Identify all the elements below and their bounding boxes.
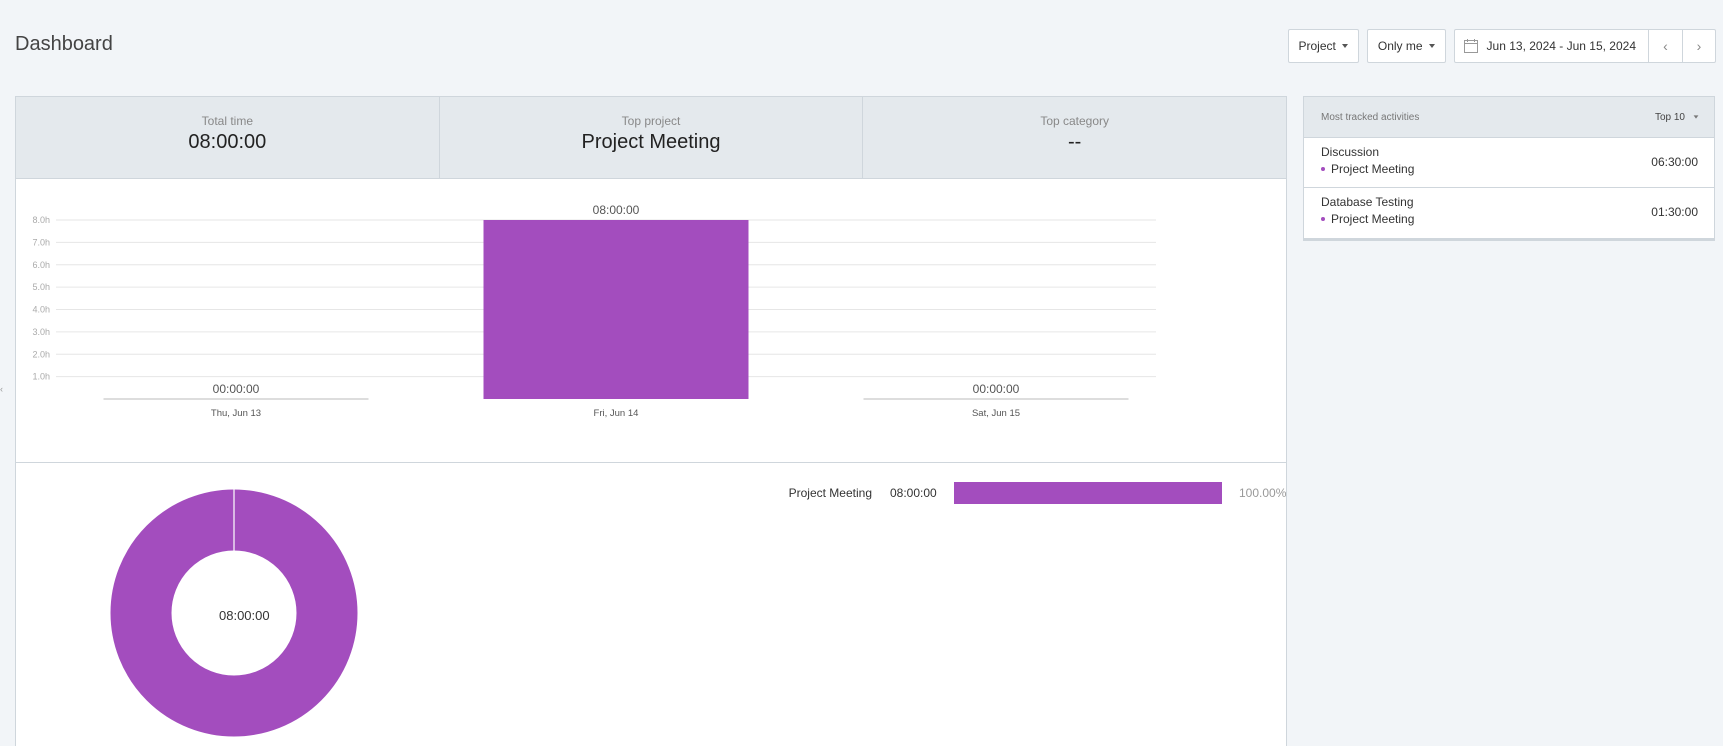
side-panel-title: Most tracked activities: [1321, 111, 1420, 123]
page-title: Dashboard: [15, 33, 113, 55]
activity-project: Project Meeting: [1321, 162, 1697, 176]
legend-bar: [954, 482, 1222, 504]
y-tick-label: 1.0h: [32, 372, 50, 382]
activity-project-name: Project Meeting: [1331, 162, 1415, 176]
bar-data-label: 08:00:00: [593, 203, 640, 217]
most-tracked-panel: Most tracked activities Top 10 Discussio…: [1303, 96, 1715, 241]
date-range-picker: Jun 13, 2024 - Jun 15, 2024 ‹ ›: [1453, 29, 1716, 63]
y-tick-label: 3.0h: [32, 327, 50, 337]
legend-time: 08:00:00: [890, 486, 937, 500]
daily-bar-chart: 1.0h 2.0h 3.0h 4.0h 5.0h 6.0h 7.0h 8.0h 00:00:00…: [16, 179, 1286, 463]
group-by-label: Project: [1298, 39, 1336, 53]
top-count-dropdown[interactable]: Top 10: [1655, 112, 1699, 123]
stats-row: Total time 08:00:00 Top project Project …: [16, 97, 1286, 179]
bar-data-label: 00:00:00: [213, 382, 260, 396]
project-color-dot: [1321, 217, 1325, 221]
stat-label: Top category: [1040, 114, 1110, 128]
chevron-down-icon: [1428, 44, 1435, 48]
stat-value: Project Meeting: [581, 131, 721, 153]
x-tick-label: Sat, Jun 15: [972, 408, 1020, 419]
y-tick-label: 5.0h: [32, 282, 50, 292]
sidebar-collapse-icon[interactable]: ‹: [0, 381, 6, 397]
donut-center-label: 08:00:00: [219, 608, 270, 623]
main-panel: Total time 08:00:00 Top project Project …: [15, 96, 1287, 746]
date-range-label: Jun 13, 2024 - Jun 15, 2024: [1486, 39, 1636, 53]
y-tick-label: 2.0h: [32, 349, 50, 359]
activity-row[interactable]: Discussion Project Meeting 06:30:00: [1304, 138, 1714, 188]
x-tick-label: Fri, Jun 14: [594, 408, 639, 419]
project-color-dot: [1321, 167, 1325, 171]
bar-data-label: 00:00:00: [973, 382, 1020, 396]
side-panel-header: Most tracked activities Top 10: [1304, 97, 1714, 138]
chevron-down-icon: [1341, 44, 1348, 48]
stat-value: --: [1068, 131, 1082, 153]
donut-chart: [110, 489, 358, 737]
x-tick-label: Thu, Jun 13: [211, 408, 261, 419]
activity-time: 01:30:00: [1651, 205, 1698, 219]
top-count-label: Top 10: [1654, 111, 1685, 123]
prev-period-button[interactable]: ‹: [1649, 30, 1682, 62]
bar: [483, 220, 749, 399]
activity-name: Database Testing: [1321, 195, 1414, 209]
stat-label: Top project: [621, 114, 681, 128]
legend-row: Project Meeting 08:00:00 100.00%: [773, 482, 1286, 504]
date-range-button[interactable]: Jun 13, 2024 - Jun 15, 2024: [1455, 30, 1649, 62]
legend-project-name: Project Meeting: [788, 486, 872, 500]
stat-top-project: Top project Project Meeting: [438, 97, 863, 178]
next-period-button[interactable]: ›: [1682, 30, 1715, 62]
legend-percent: 100.00%: [1239, 486, 1287, 500]
stat-label: Total time: [201, 114, 254, 128]
activity-row[interactable]: Database Testing Project Meeting 01:30:0…: [1304, 188, 1714, 238]
calendar-icon: [1463, 38, 1479, 54]
y-tick-label: 8.0h: [32, 215, 50, 225]
bar-chart-svg: 1.0h 2.0h 3.0h 4.0h 5.0h 6.0h 7.0h 8.0h 00:00:00…: [32, 203, 1156, 419]
activity-name: Discussion: [1321, 145, 1380, 159]
chevron-down-icon: [1693, 115, 1699, 119]
user-filter-label: Only me: [1377, 39, 1423, 53]
activity-time: 06:30:00: [1651, 155, 1698, 169]
stat-value: 08:00:00: [188, 131, 267, 153]
activity-project-name: Project Meeting: [1331, 212, 1415, 226]
project-breakdown: 08:00:00 Project Meeting 08:00:00 100.00…: [16, 463, 1286, 746]
stat-total-time: Total time 08:00:00: [16, 97, 439, 178]
y-tick-label: 6.0h: [32, 260, 50, 270]
y-tick-label: 7.0h: [32, 237, 50, 247]
legend-bar-track: [954, 482, 1222, 504]
group-by-dropdown[interactable]: Project: [1287, 29, 1359, 63]
toolbar: Project Only me Jun 13, 2024 - Jun 15, 2…: [1287, 29, 1716, 63]
activity-project: Project Meeting: [1321, 212, 1697, 226]
stat-top-category: Top category --: [862, 97, 1286, 178]
y-tick-label: 4.0h: [32, 305, 50, 315]
user-filter-dropdown[interactable]: Only me: [1366, 29, 1446, 63]
